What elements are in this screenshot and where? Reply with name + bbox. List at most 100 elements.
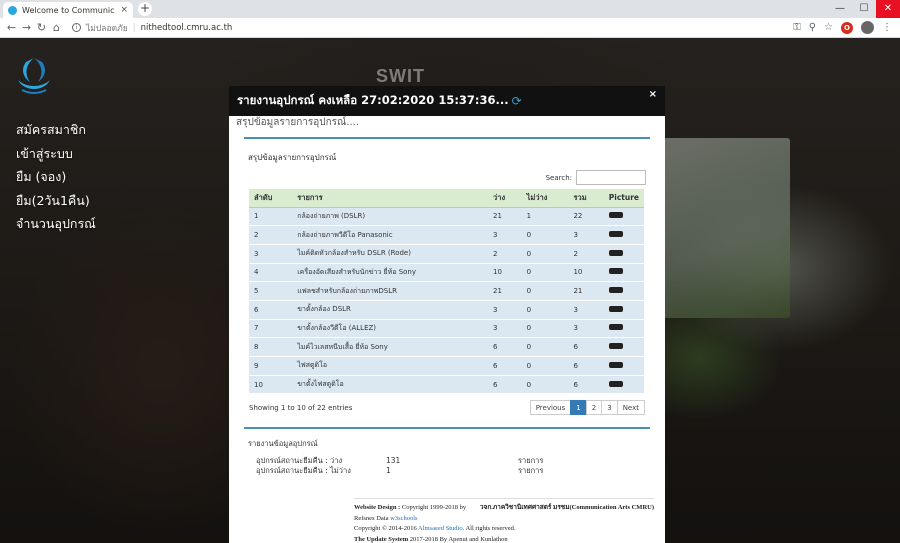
- cell-no: 2: [249, 225, 293, 245]
- url-text[interactable]: nithedtool.cmru.ac.th: [141, 23, 233, 33]
- cell-no: 10: [249, 375, 293, 395]
- sidebar-item-borrow-reserve[interactable]: ยืม (จอง): [16, 165, 96, 189]
- column-header-free[interactable]: ว่าง: [488, 189, 522, 208]
- sidebar-item-equipment-count[interactable]: จำนวนอุปกรณ์: [16, 212, 96, 236]
- equipment-thumbnail-icon[interactable]: [608, 361, 623, 368]
- url-separator: |: [132, 22, 136, 33]
- table-row[interactable]: 7 ขาตั้งกล้องวีดีโอ (ALLEZ) 3 0 3: [249, 319, 644, 339]
- equipment-thumbnail-icon[interactable]: [608, 287, 623, 294]
- window-close-button[interactable]: ✕: [876, 0, 900, 18]
- cell-free: 3: [488, 300, 522, 320]
- minimize-button[interactable]: —: [828, 0, 852, 18]
- footer-almsaeed-link[interactable]: Almsaeed Studio: [418, 525, 463, 532]
- sidebar-item-borrow-2days[interactable]: ยืม(2วัน1คืน): [16, 189, 96, 213]
- cell-free: 6: [488, 375, 522, 395]
- cell-no: 1: [249, 207, 293, 227]
- summary-section: รายงานข้อมูลอุปกรณ์ อุปกรณ์สถานะยืมคืน :…: [244, 427, 650, 476]
- sidebar-item-register[interactable]: สมัครสมาชิก: [16, 118, 96, 142]
- equipment-thumbnail-icon[interactable]: [608, 305, 623, 312]
- equipment-thumbnail-icon[interactable]: [608, 249, 623, 256]
- equipment-thumbnail-icon[interactable]: [608, 343, 623, 350]
- column-header-busy[interactable]: ไม่ว่าง: [521, 189, 569, 208]
- profile-avatar[interactable]: [861, 21, 874, 34]
- table-row[interactable]: 1 กล้องถ่ายภาพ (DSLR) 21 1 22: [249, 207, 644, 227]
- back-arrow-icon[interactable]: ←: [4, 21, 19, 34]
- cell-item: กล้องถ่ายภาพวีดีโอ Panasonic: [292, 225, 489, 245]
- sidebar-item-login[interactable]: เข้าสู่ระบบ: [16, 142, 96, 166]
- cell-free: 21: [488, 281, 522, 301]
- cell-picture: [603, 356, 644, 376]
- equipment-thumbnail-icon[interactable]: [608, 231, 623, 238]
- new-tab-button[interactable]: +: [138, 2, 152, 16]
- summary-label: อุปกรณ์สถานะยืมคืน : ไม่ว่าง: [256, 466, 351, 476]
- pager-next-button[interactable]: Next: [616, 400, 645, 416]
- tab-title: Welcome to Communication Arts: [22, 5, 115, 15]
- table-row[interactable]: 8 ไมค์ไวเลสหนีบเสื้อ ยี่ห้อ Sony 6 0 6: [249, 337, 644, 357]
- equipment-thumbnail-icon[interactable]: [608, 268, 623, 275]
- cell-total: 3: [568, 319, 604, 339]
- table-row[interactable]: 10 ขาตั้งไฟสตูดิโอ 6 0 6: [249, 375, 644, 395]
- address-bar[interactable]: i ไม่ปลอดภัย | nithedtool.cmru.ac.th: [72, 20, 793, 36]
- pager-page-1[interactable]: 1: [570, 400, 587, 416]
- equipment-thumbnail-icon[interactable]: [608, 380, 623, 387]
- footer-line-3: Copyright © 2014-2016 Almsaeed Studio. A…: [354, 524, 654, 535]
- search-input[interactable]: [576, 170, 646, 185]
- forward-arrow-icon[interactable]: →: [19, 21, 34, 34]
- footer-department-text: วจก.ภาควิชานิเทศศาสตร์ มรชม(Communicatio…: [479, 504, 654, 511]
- refresh-icon[interactable]: ⟳: [512, 94, 522, 108]
- summary-title: รายงานข้อมูลอุปกรณ์: [248, 439, 318, 449]
- window-controls: — ☐ ✕: [828, 0, 900, 18]
- column-header-picture[interactable]: Picture: [603, 189, 644, 208]
- zoom-icon[interactable]: ⚲: [809, 22, 816, 33]
- cell-picture: [603, 225, 644, 245]
- footer-line-1: Website Design : Copyright 1999-2018 by …: [354, 503, 654, 514]
- footer-copyright2-text: Copyright © 2014-2016: [354, 525, 418, 532]
- pager-page-2[interactable]: 2: [585, 400, 603, 416]
- info-icon[interactable]: i: [72, 23, 81, 32]
- tab-close-icon[interactable]: ×: [120, 5, 128, 15]
- footer-authors-text: 2017-2018 By Apenut and Kunlathon: [408, 535, 508, 543]
- cell-total: 6: [568, 356, 604, 376]
- bookmark-star-icon[interactable]: ☆: [824, 22, 833, 33]
- browser-tab[interactable]: Welcome to Communication Arts ×: [3, 2, 133, 18]
- table-row[interactable]: 2 กล้องถ่ายภาพวีดีโอ Panasonic 3 0 3: [249, 225, 644, 245]
- footer-w3schools-link[interactable]: w3schools: [390, 515, 417, 522]
- panel-title: สรุปข้อมูลรายการอุปกรณ์: [248, 153, 337, 162]
- cell-picture: [603, 244, 644, 264]
- column-header-total[interactable]: รวม: [568, 189, 604, 208]
- browser-menu-icon[interactable]: ⋮: [882, 22, 892, 33]
- column-header-item[interactable]: รายการ: [292, 189, 489, 208]
- equipment-thumbnail-icon[interactable]: [608, 324, 623, 331]
- site-favicon-icon: [8, 5, 17, 15]
- table-footer: Showing 1 to 10 of 22 entries Previous 1…: [249, 400, 645, 416]
- modal-footer: Website Design : Copyright 1999-2018 by …: [354, 498, 654, 543]
- key-icon[interactable]: ⚿: [793, 22, 801, 33]
- site-logo-icon[interactable]: [12, 54, 56, 100]
- cell-free: 6: [488, 337, 522, 357]
- cell-total: 6: [568, 337, 604, 357]
- pager-page-3[interactable]: 3: [601, 400, 618, 416]
- table-row[interactable]: 5 แฟลชสำหรับกล้องถ่ายภาพDSLR 21 0 21: [249, 281, 644, 301]
- table-row[interactable]: 4 เครื่องอัดเสียงสำหรับนักข่าว ยี่ห้อ Son…: [249, 263, 644, 283]
- cell-picture: [603, 207, 644, 227]
- table-row[interactable]: 6 ขาตั้งกล้อง DSLR 3 0 3: [249, 300, 644, 320]
- cell-busy: 0: [521, 300, 569, 320]
- column-header-no[interactable]: ลำดับ: [249, 189, 293, 208]
- summary-unit: รายการ: [518, 466, 544, 476]
- reload-icon[interactable]: ↻: [34, 21, 49, 34]
- equipment-thumbnail-icon[interactable]: [608, 212, 623, 219]
- modal-close-button[interactable]: ×: [649, 89, 657, 100]
- table-row[interactable]: 9 ไฟสตูดิโอ 6 0 6: [249, 356, 644, 376]
- cell-total: 10: [568, 263, 604, 283]
- maximize-button[interactable]: ☐: [852, 0, 876, 18]
- table-row[interactable]: 3 ไมค์ติดหัวกล้องสำหรับ DSLR (Rode) 2 0 2: [249, 244, 644, 264]
- search-row: Search:: [244, 170, 650, 189]
- cell-no: 4: [249, 263, 293, 283]
- home-icon[interactable]: ⌂: [49, 21, 64, 34]
- pager-previous-button[interactable]: Previous: [529, 400, 572, 416]
- pagination: Previous 1 2 3 Next: [529, 400, 645, 416]
- cell-busy: 0: [521, 337, 569, 357]
- cell-item: ไมค์ไวเลสหนีบเสื้อ ยี่ห้อ Sony: [292, 337, 489, 357]
- extension-icon[interactable]: O: [841, 21, 853, 34]
- cell-busy: 0: [521, 263, 569, 283]
